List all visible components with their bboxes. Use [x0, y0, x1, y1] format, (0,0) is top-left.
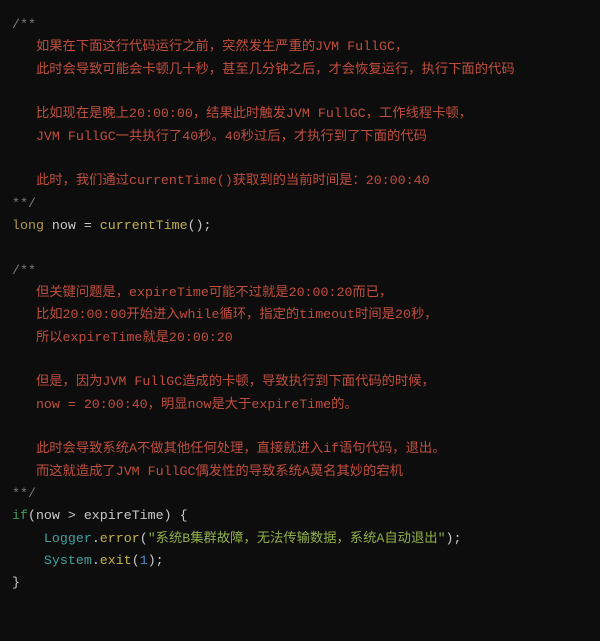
call-tail: (); — [188, 218, 212, 233]
comment-line: 此时会导致系统A不做其他任何处理，直接就进入if语句代码，退出。 — [12, 441, 446, 456]
comment-open: /** — [12, 263, 36, 278]
comment-line: JVM FullGC一共执行了40秒。40秒过后，才执行到了下面的代码 — [12, 129, 427, 144]
fn-error: error — [100, 531, 140, 546]
comment-line: 而这就造成了JVM FullGC偶发性的导致系统A莫名其妙的宕机 — [12, 464, 403, 479]
comment-line: 所以expireTime就是20:00:20 — [12, 330, 233, 345]
comment-line: 如果在下面这行代码运行之前，突然发生严重的JVM FullGC， — [12, 39, 408, 54]
rbrace: } — [12, 575, 20, 590]
ident-now: now — [44, 218, 84, 233]
string-literal: "系统B集群故障，无法传输数据，系统A自动退出" — [148, 531, 446, 546]
comment-line: 比如20:00:00开始进入while循环，指定的timeout时间是20秒， — [12, 307, 438, 322]
rparen-semi: ); — [148, 553, 164, 568]
comment-line: 但是，因为JVM FullGC造成的卡顿，导致执行到下面代码的时候， — [12, 374, 435, 389]
cls-logger: Logger — [44, 531, 92, 546]
comment-close: **/ — [12, 486, 36, 501]
type-long: long — [12, 218, 44, 233]
comment-line: 但关键问题是，expireTime可能不过就是20:00:20而已， — [12, 285, 392, 300]
cls-system: System — [44, 553, 92, 568]
if-cond: (now > expireTime) { — [28, 508, 188, 523]
dot: . — [92, 553, 100, 568]
fn-currentTime: currentTime — [100, 218, 188, 233]
dot: . — [92, 531, 100, 546]
comment-close: **/ — [12, 196, 36, 211]
rparen-semi: ); — [446, 531, 462, 546]
code-block: /** 如果在下面这行代码运行之前，突然发生严重的JVM FullGC， 此时会… — [0, 0, 600, 609]
fn-exit: exit — [100, 553, 132, 568]
kw-if: if — [12, 508, 28, 523]
comment-line: 此时，我们通过currentTime()获取到的当前时间是：20:00:40 — [12, 173, 430, 188]
comment-line: now = 20:00:40，明显now是大于expireTime的。 — [12, 397, 358, 412]
num-1: 1 — [140, 553, 148, 568]
comment-line: 此时会导致可能会卡顿几十秒，甚至几分钟之后，才会恢复运行，执行下面的代码 — [12, 62, 515, 77]
punct-eq: = — [84, 218, 100, 233]
lparen: ( — [132, 553, 140, 568]
comment-open: /** — [12, 17, 36, 32]
lparen: ( — [140, 531, 148, 546]
comment-line: 比如现在是晚上20:00:00，结果此时触发JVM FullGC，工作线程卡顿， — [12, 106, 472, 121]
